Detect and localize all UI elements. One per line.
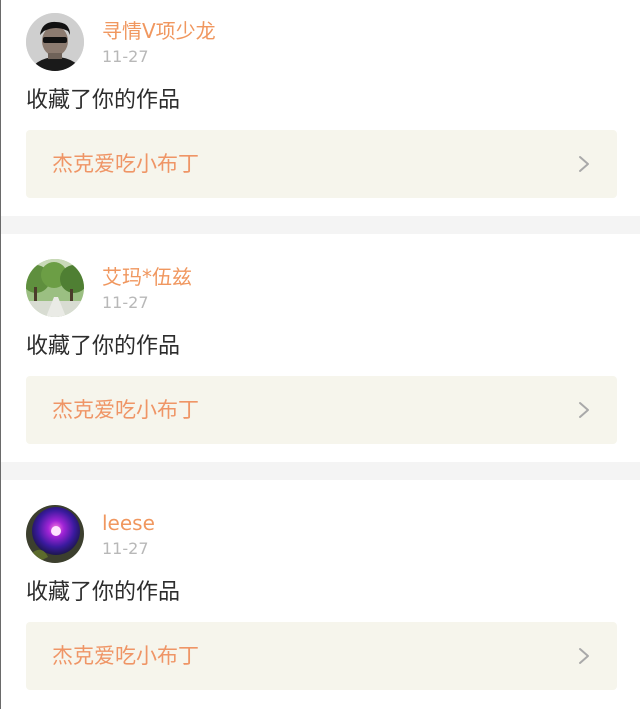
window-edge xyxy=(0,0,1,709)
work-link[interactable]: 杰克爱吃小布丁 xyxy=(26,130,617,198)
flower-avatar-icon xyxy=(26,505,84,563)
notification-card: 寻情V项少龙 11-27 收藏了你的作品 杰克爱吃小布丁 xyxy=(0,0,640,216)
person-avatar-icon xyxy=(26,13,84,71)
notification-card: 艾玛*伍兹 11-27 收藏了你的作品 杰克爱吃小布丁 xyxy=(0,234,640,462)
timestamp: 11-27 xyxy=(102,47,149,66)
section-divider xyxy=(0,462,640,480)
trees-avatar-icon xyxy=(26,259,84,317)
action-text: 收藏了你的作品 xyxy=(26,334,181,359)
section-divider xyxy=(0,216,640,234)
avatar[interactable] xyxy=(26,13,84,71)
chevron-right-icon xyxy=(579,402,589,418)
username[interactable]: 寻情V项少龙 xyxy=(102,19,216,43)
chevron-right-icon xyxy=(579,156,589,172)
work-link[interactable]: 杰克爱吃小布丁 xyxy=(26,622,617,690)
timestamp: 11-27 xyxy=(102,539,149,558)
username[interactable]: leese xyxy=(102,511,155,535)
work-title: 杰克爱吃小布丁 xyxy=(52,152,199,176)
work-title: 杰克爱吃小布丁 xyxy=(52,644,199,668)
action-text: 收藏了你的作品 xyxy=(26,580,181,605)
username[interactable]: 艾玛*伍兹 xyxy=(102,265,192,289)
work-link[interactable]: 杰克爱吃小布丁 xyxy=(26,376,617,444)
chevron-right-icon xyxy=(579,648,589,664)
avatar[interactable] xyxy=(26,259,84,317)
avatar[interactable] xyxy=(26,505,84,563)
action-text: 收藏了你的作品 xyxy=(26,88,181,113)
work-title: 杰克爱吃小布丁 xyxy=(52,398,199,422)
timestamp: 11-27 xyxy=(102,293,149,312)
notification-card: leese 11-27 收藏了你的作品 杰克爱吃小布丁 xyxy=(0,480,640,709)
